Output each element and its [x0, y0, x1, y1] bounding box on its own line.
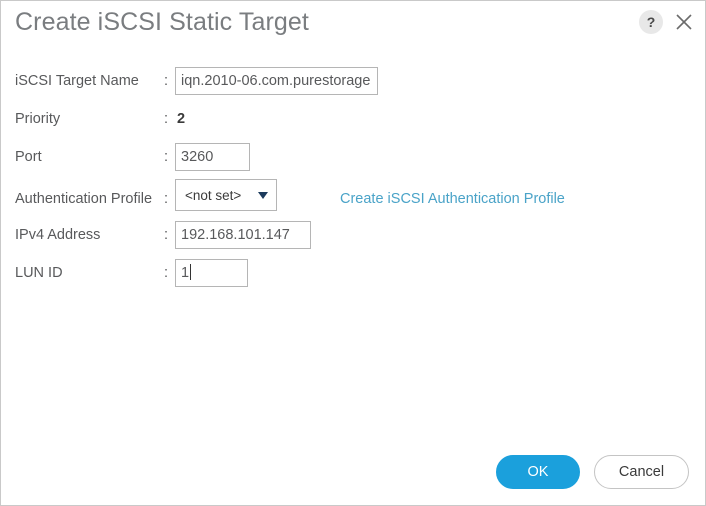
help-icon[interactable]: ?	[639, 10, 663, 34]
field-separator: :	[164, 111, 169, 127]
lun-id-input[interactable]: 1	[175, 259, 248, 287]
close-icon[interactable]	[671, 9, 697, 35]
create-iscsi-static-target-dialog: Create iSCSI Static Target ? iSCSI Targe…	[0, 0, 706, 506]
port-input[interactable]	[175, 143, 250, 171]
create-iscsi-authentication-profile-link[interactable]: Create iSCSI Authentication Profile	[340, 191, 565, 207]
port-label: Port	[15, 149, 42, 165]
form-row-priority: Priority : 2	[1, 103, 705, 141]
form-row-ipv4-address: IPv4 Address :	[1, 219, 705, 257]
dialog-title: Create iSCSI Static Target	[15, 8, 309, 36]
field-separator: :	[164, 149, 169, 165]
authentication-profile-select[interactable]: <not set>	[175, 179, 277, 211]
field-separator: :	[164, 73, 169, 89]
lun-id-label: LUN ID	[15, 265, 63, 281]
priority-value: 2	[177, 111, 186, 127]
target-form: iSCSI Target Name : Priority : 2 Port : …	[1, 65, 705, 295]
iscsi-target-name-label: iSCSI Target Name	[15, 73, 139, 89]
form-row-authentication-profile: Authentication Profile : <not set> Creat…	[1, 179, 705, 219]
text-cursor	[190, 264, 192, 280]
ok-button[interactable]: OK	[496, 455, 580, 489]
field-separator: :	[164, 191, 169, 207]
field-separator: :	[164, 227, 169, 243]
cancel-button[interactable]: Cancel	[594, 455, 689, 489]
authentication-profile-label: Authentication Profile	[15, 191, 153, 207]
field-separator: :	[164, 265, 169, 281]
iscsi-target-name-input[interactable]	[175, 67, 378, 95]
form-row-port: Port :	[1, 141, 705, 179]
chevron-down-icon	[258, 191, 268, 199]
lun-id-value: 1	[181, 265, 190, 281]
priority-label: Priority	[15, 111, 61, 127]
authentication-profile-value: <not set>	[185, 187, 242, 203]
form-row-lun-id: LUN ID : 1	[1, 257, 705, 295]
ipv4-address-label: IPv4 Address	[15, 227, 101, 243]
form-row-iscsi-target-name: iSCSI Target Name :	[1, 65, 705, 103]
ipv4-address-input[interactable]	[175, 221, 311, 249]
titlebar-actions: ?	[639, 9, 697, 35]
dialog-titlebar: Create iSCSI Static Target ?	[1, 1, 705, 49]
dialog-footer: OK Cancel	[496, 455, 689, 489]
